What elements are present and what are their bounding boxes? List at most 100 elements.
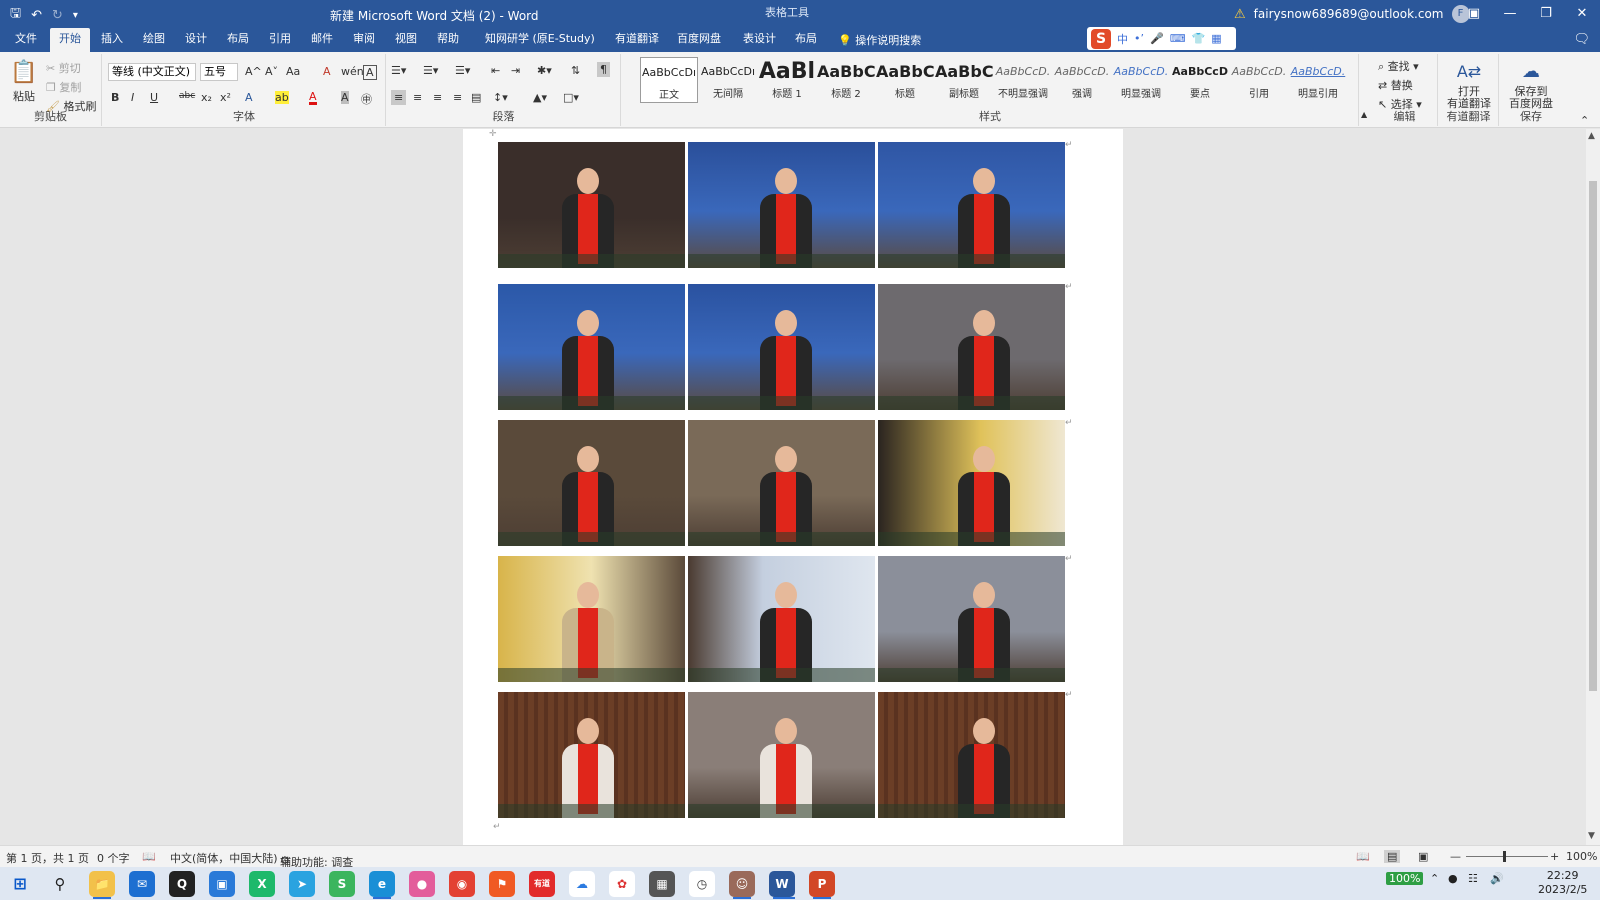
remote-desktop-icon[interactable]: ▣ [209,871,235,897]
style-8[interactable]: AaBbCcD. 明显强调 [1112,57,1170,103]
copy-button[interactable]: ❐ 复制 [46,79,81,95]
tab-references[interactable]: 引用 [260,28,300,52]
line-spacing-icon[interactable]: ↕▾ [493,91,508,104]
styles-scroll-up-icon[interactable]: ▲ [1361,110,1367,119]
tab-file[interactable]: 文件 [6,28,46,52]
close-icon[interactable]: ✕ [1564,0,1600,28]
replace-button[interactable]: ⇄ 替换 [1378,77,1413,93]
mail-icon[interactable]: ✉ [129,871,155,897]
numbering-icon[interactable]: ☰▾ [423,64,438,77]
powerpoint-icon[interactable]: P [809,871,835,897]
decrease-indent-icon[interactable]: ⇤ [491,64,500,77]
restore-icon[interactable]: ❐ [1528,0,1564,28]
volume-icon[interactable]: 🔊 [1490,872,1504,885]
vertical-scrollbar[interactable]: ▲ ▼ [1586,129,1600,845]
language-status[interactable]: 中文(简体，中国大陆) [170,850,278,866]
redo-icon[interactable]: ↻ [52,8,63,23]
tray-overflow-icon[interactable]: ⌃ [1430,872,1439,885]
ime-mode[interactable]: 中 [1117,31,1128,47]
style-10[interactable]: AaBbCcD. 引用 [1230,57,1288,103]
tab-home[interactable]: 开始 [50,28,90,52]
photo-7[interactable] [498,420,685,546]
telegram-icon[interactable]: ➤ [289,871,315,897]
justify-icon[interactable]: ≡ [453,91,462,104]
clock-app-icon[interactable]: ◷ [689,871,715,897]
network-icon[interactable]: ☷ [1468,872,1478,885]
align-center-icon[interactable]: ≡ [413,91,422,104]
style-11[interactable]: AaBbCcD. 明显引用 [1289,57,1347,103]
text-effects-button[interactable]: A [245,91,253,104]
battery-level[interactable]: 100% [1386,872,1424,885]
clear-format-icon[interactable]: A [323,65,331,78]
photo-3[interactable] [878,142,1065,268]
table-move-handle-icon[interactable]: ✛ [489,129,497,139]
style-7[interactable]: AaBbCcD. 强调 [1053,57,1111,103]
font-size-select[interactable]: 五号 [200,63,238,81]
photo-8[interactable] [688,420,875,546]
subscript-button[interactable]: x₂ [201,91,212,104]
baidu-netdisk-icon[interactable]: ☁ [569,871,595,897]
align-left-icon[interactable]: ≡ [391,90,407,105]
tab-insert[interactable]: 插入 [92,28,132,52]
save-to-baidu-button[interactable]: ☁ 保存到 百度网盘 [1502,58,1560,110]
photo-14[interactable] [688,692,875,818]
proofing-icon[interactable]: 📖 [142,850,156,863]
style-0[interactable]: AaBbCcDı 正文 [640,57,698,103]
tab-layout[interactable]: 布局 [218,28,258,52]
style-2[interactable]: AaBl 标题 1 [758,57,816,103]
paste-button[interactable]: 📋 粘贴 [8,60,40,104]
tab-youdao[interactable]: 有道翻译 [606,28,668,52]
account-area[interactable]: ⚠ fairysnow689689@outlook.com F [1234,5,1470,23]
print-layout-icon[interactable]: ▤ [1384,850,1401,863]
zoom-slider-thumb[interactable] [1503,851,1506,862]
tab-mailings[interactable]: 邮件 [302,28,342,52]
photo-11[interactable] [688,556,875,682]
photo-9[interactable] [878,420,1065,546]
italic-button[interactable]: I [131,91,134,104]
photo-1[interactable] [498,142,685,268]
bold-button[interactable]: B [111,91,119,104]
multilevel-list-icon[interactable]: ☰▾ [455,64,470,77]
distributed-icon[interactable]: ▤ [471,91,481,104]
punctuation-icon[interactable]: •’ [1134,32,1144,45]
tell-me-search[interactable]: 💡 操作说明搜索 [838,32,921,48]
toolbox-icon[interactable]: ▦ [1211,32,1221,45]
photo-12[interactable] [878,556,1065,682]
zoom-level[interactable]: 100% [1566,850,1597,863]
save-icon[interactable]: 🖫 [10,4,21,26]
page-count[interactable]: 第 1 页，共 1 页 [6,850,89,866]
highlight-button[interactable]: ab [275,91,289,104]
xmind-icon[interactable]: X [249,871,275,897]
ime-toolbar[interactable]: S 中 •’ 🎤 ⌨ 👕 ▦ [1087,27,1236,50]
tab-review[interactable]: 审阅 [344,28,384,52]
style-9[interactable]: AaBbCcD 要点 [1171,57,1229,103]
calculator-icon[interactable]: ▦ [649,871,675,897]
style-4[interactable]: AaBbC 标题 [876,57,934,103]
photo-10[interactable] [498,556,685,682]
ribbon-display-icon[interactable]: ▣ [1456,0,1492,28]
tab-baidu-netdisk[interactable]: 百度网盘 [668,28,730,52]
zoom-out-icon[interactable]: — [1450,850,1461,863]
font-name-select[interactable]: 等线 (中文正文) [108,63,196,81]
cut-button[interactable]: ✂ 剪切 [46,60,81,76]
scroll-thumb[interactable] [1589,181,1597,691]
find-button[interactable]: ⌕ 查找 ▾ [1378,58,1419,74]
warning-icon[interactable]: ⚠ [1234,7,1246,22]
style-1[interactable]: AaBbCcDı 无间隔 [699,57,757,103]
photo-5[interactable] [688,284,875,410]
style-3[interactable]: AaBbC 标题 2 [817,57,875,103]
word-count[interactable]: 0 个字 [97,850,130,866]
show-marks-icon[interactable]: ¶ [597,62,610,77]
borders-icon[interactable]: □▾ [563,91,579,104]
tab-help[interactable]: 帮助 [428,28,468,52]
web-layout-icon[interactable]: ▣ [1418,850,1428,863]
style-6[interactable]: AaBbCcD. 不明显强调 [994,57,1052,103]
char-shading-button[interactable]: A [341,91,349,104]
tab-view[interactable]: 视图 [386,28,426,52]
change-case-icon[interactable]: Aa [286,65,300,78]
customize-icon[interactable]: ▾ [73,10,78,21]
scroll-down-icon[interactable]: ▼ [1588,831,1595,841]
read-mode-icon[interactable]: 📖 [1356,850,1370,863]
tab-cnki[interactable]: 知网研学 (原E-Study) [476,28,604,52]
shrink-font-icon[interactable]: A˅ [265,65,278,78]
